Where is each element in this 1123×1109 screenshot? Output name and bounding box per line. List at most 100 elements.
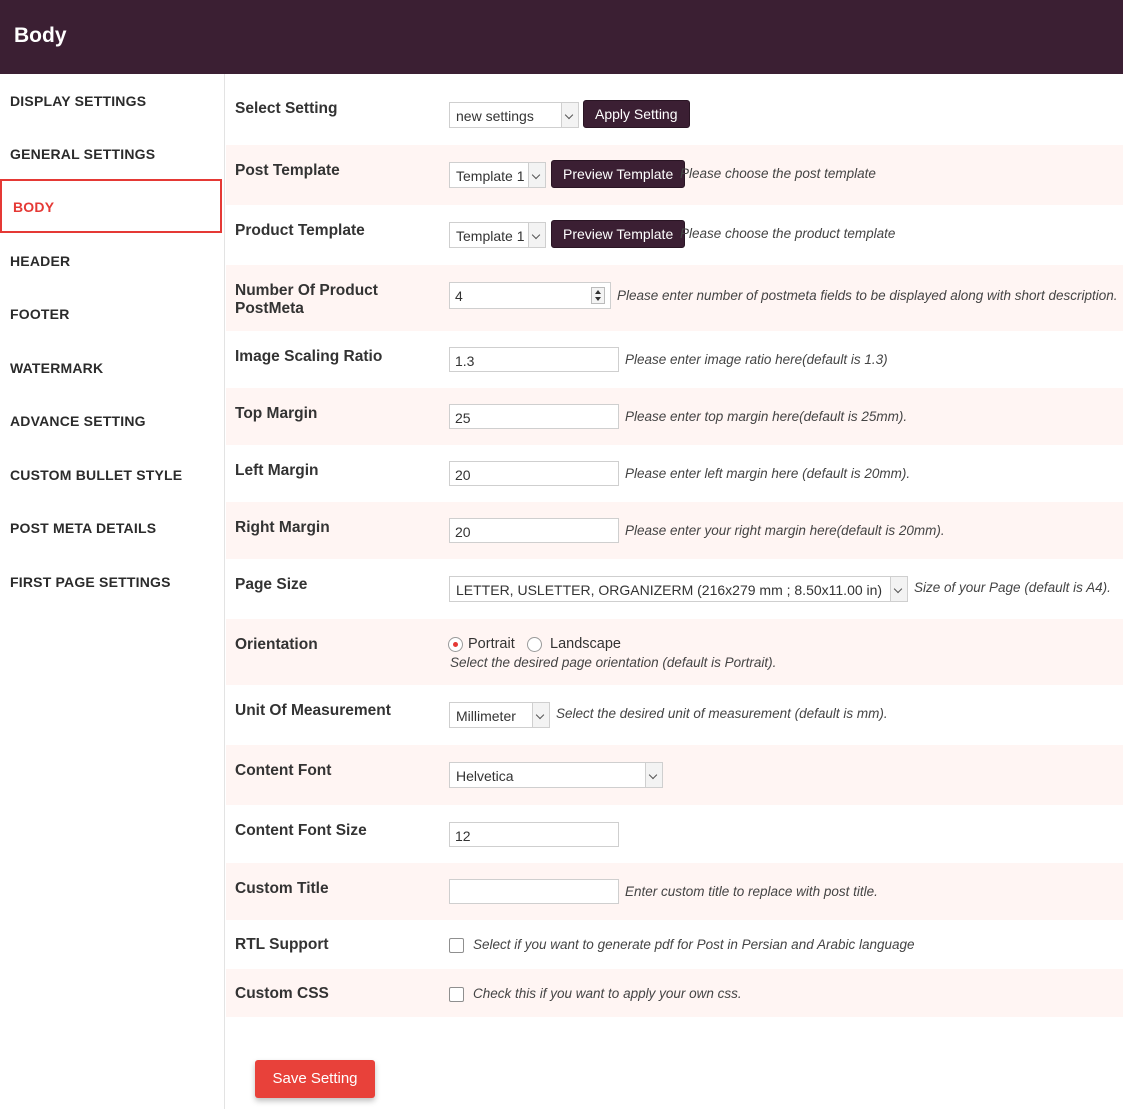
field-label: Left Margin — [235, 462, 319, 479]
field-label: Number Of Product PostMeta — [235, 282, 378, 318]
sidebar-item-label: HEADER — [10, 253, 71, 269]
settings-sidebar: DISPLAY SETTINGS GENERAL SETTINGS BODY H… — [0, 74, 225, 1109]
image-scaling-input[interactable]: 1.3 — [449, 347, 619, 372]
portrait-radio[interactable] — [448, 637, 463, 652]
input-value: 20 — [455, 467, 471, 483]
left-margin-input[interactable]: 20 — [449, 461, 619, 486]
sidebar-item-label: ADVANCE SETTING — [10, 413, 146, 429]
top-margin-input[interactable]: 25 — [449, 404, 619, 429]
apply-setting-button[interactable]: Apply Setting — [583, 100, 690, 128]
page-size-dropdown[interactable]: LETTER, USLETTER, ORGANIZERM (216x279 mm… — [449, 576, 908, 602]
field-label: Top Margin — [235, 405, 318, 422]
field-label: Product Template — [235, 222, 365, 239]
sidebar-item-watermark[interactable]: WATERMARK — [0, 341, 222, 395]
input-value: 1.3 — [455, 353, 475, 369]
row-custom-css: Custom CSS Check this if you want to app… — [226, 969, 1123, 1017]
field-label: Custom CSS — [235, 985, 329, 1002]
sidebar-item-header[interactable]: HEADER — [0, 234, 222, 288]
rtl-support-checkbox[interactable] — [449, 938, 464, 953]
unit-dropdown[interactable]: Millimeter — [449, 702, 550, 728]
chevron-down-icon — [532, 703, 549, 727]
sidebar-item-footer[interactable]: FOOTER — [0, 287, 222, 341]
content-font-size-input[interactable]: 12 — [449, 822, 619, 847]
help-text: Select if you want to generate pdf for P… — [473, 937, 915, 952]
select-value: Template 1 — [456, 228, 525, 244]
select-value: LETTER, USLETTER, ORGANIZERM (216x279 mm… — [456, 582, 883, 598]
portrait-label: Portrait — [468, 636, 515, 652]
right-margin-input[interactable]: 20 — [449, 518, 619, 543]
sidebar-item-label: FOOTER — [10, 306, 70, 322]
sidebar-item-label: GENERAL SETTINGS — [10, 146, 156, 162]
sidebar-item-custom-bullet-style[interactable]: CUSTOM BULLET STYLE — [0, 448, 222, 502]
preview-product-template-button[interactable]: Preview Template — [551, 220, 686, 248]
row-page-size: Page Size LETTER, USLETTER, ORGANIZERM (… — [226, 559, 1123, 619]
select-value: Millimeter — [456, 708, 516, 724]
sidebar-item-display-settings[interactable]: DISPLAY SETTINGS — [0, 74, 222, 128]
help-text: Please enter left margin here (default i… — [625, 466, 911, 481]
custom-title-input[interactable] — [449, 879, 619, 904]
help-text: Size of your Page (default is A4). — [914, 580, 1111, 595]
sidebar-item-label: FIRST PAGE SETTINGS — [10, 574, 171, 590]
sidebar-item-label: CUSTOM BULLET STYLE — [10, 467, 183, 483]
landscape-label: Landscape — [550, 636, 621, 652]
top-header-bar: Body — [0, 0, 1123, 74]
row-rtl-support: RTL Support Select if you want to genera… — [226, 920, 1123, 969]
sidebar-item-advance-setting[interactable]: ADVANCE SETTING — [0, 394, 222, 448]
help-text: Please choose the post template — [680, 166, 876, 181]
chevron-down-icon — [528, 163, 545, 187]
sidebar-item-label: POST META DETAILS — [10, 520, 157, 536]
sidebar-item-label: BODY — [13, 199, 55, 215]
field-label: Select Setting — [235, 100, 338, 117]
settings-form: Select Setting new settings Apply Settin… — [226, 74, 1123, 1109]
chevron-down-icon — [645, 763, 662, 787]
help-text: Select the desired unit of measurement (… — [556, 706, 888, 721]
preview-post-template-button[interactable]: Preview Template — [551, 160, 686, 188]
postmeta-number-input[interactable]: 4 — [449, 282, 611, 309]
post-template-dropdown[interactable]: Template 1 — [449, 162, 546, 188]
row-select-setting: Select Setting new settings Apply Settin… — [226, 74, 1123, 145]
field-label: Image Scaling Ratio — [235, 348, 383, 365]
page-title: Body — [14, 24, 67, 47]
row-content-font: Content Font Helvetica — [226, 745, 1123, 805]
field-label: Orientation — [235, 636, 318, 653]
row-orientation: Orientation Portrait Landscape Select th… — [226, 619, 1123, 685]
field-label: Page Size — [235, 576, 308, 593]
help-text: Please enter image ratio here(default is… — [625, 352, 888, 367]
field-label: Content Font — [235, 762, 332, 779]
spinner-up-icon — [595, 290, 601, 294]
select-setting-dropdown[interactable]: new settings — [449, 102, 579, 128]
help-text: Check this if you want to apply your own… — [473, 986, 742, 1001]
field-label: Post Template — [235, 162, 340, 179]
input-value: 25 — [455, 410, 471, 426]
spinner-down-icon — [595, 297, 601, 301]
product-template-dropdown[interactable]: Template 1 — [449, 222, 546, 248]
field-label: Content Font Size — [235, 822, 367, 839]
field-label: Right Margin — [235, 519, 330, 536]
sidebar-item-first-page-settings[interactable]: FIRST PAGE SETTINGS — [0, 555, 222, 609]
select-value: Helvetica — [456, 768, 514, 784]
sidebar-item-label: WATERMARK — [10, 360, 104, 376]
help-text: Please enter top margin here(default is … — [625, 409, 908, 424]
custom-css-checkbox[interactable] — [449, 987, 464, 1002]
select-value: new settings — [456, 108, 534, 124]
sidebar-item-body[interactable]: BODY — [0, 179, 222, 233]
input-value: 12 — [455, 828, 471, 844]
field-label-line1: Number Of Product — [235, 282, 378, 299]
field-label: RTL Support — [235, 936, 329, 953]
row-top-margin: Top Margin 25 Please enter top margin he… — [226, 388, 1123, 445]
chevron-down-icon — [890, 577, 907, 601]
sidebar-item-post-meta-details[interactable]: POST META DETAILS — [0, 501, 222, 555]
select-value: Template 1 — [456, 168, 525, 184]
row-right-margin: Right Margin 20 Please enter your right … — [226, 502, 1123, 559]
row-custom-title: Custom Title Enter custom title to repla… — [226, 863, 1123, 920]
sidebar-item-general-settings[interactable]: GENERAL SETTINGS — [0, 127, 222, 181]
number-spinner[interactable] — [591, 287, 605, 304]
help-text: Please enter number of postmeta fields t… — [617, 288, 1118, 303]
chevron-down-icon — [561, 103, 578, 127]
landscape-radio[interactable] — [527, 637, 542, 652]
row-image-scaling: Image Scaling Ratio 1.3 Please enter ima… — [226, 331, 1123, 388]
content-font-dropdown[interactable]: Helvetica — [449, 762, 663, 788]
save-setting-button[interactable]: Save Setting — [255, 1060, 375, 1098]
help-text: Enter custom title to replace with post … — [625, 884, 878, 899]
input-value: 4 — [455, 288, 463, 304]
